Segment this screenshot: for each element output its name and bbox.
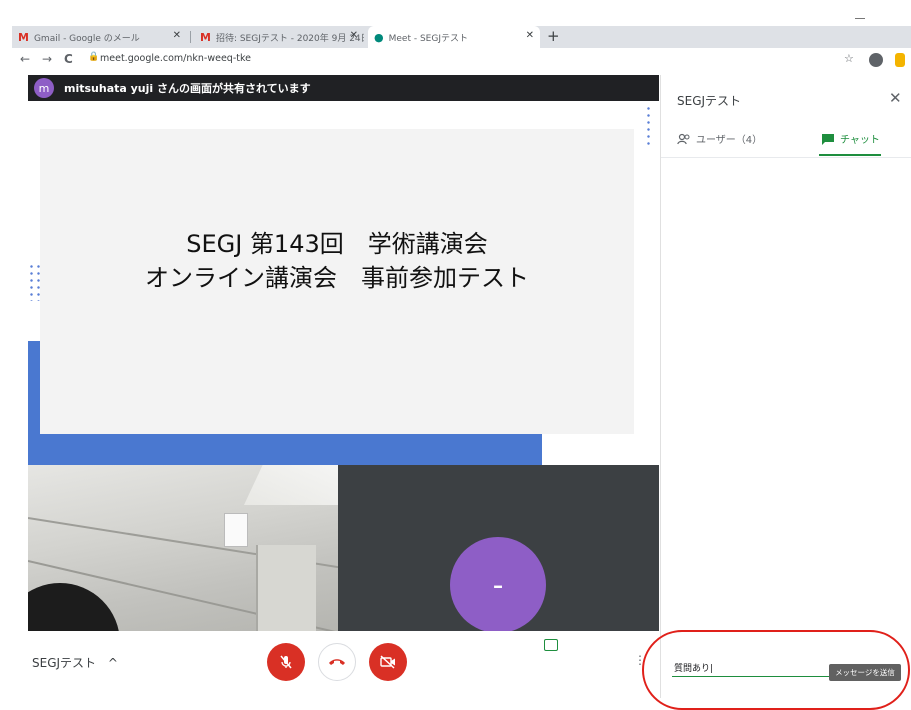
send-message-tooltip: メッセージを送信 bbox=[829, 664, 901, 681]
close-icon[interactable]: ✕ bbox=[526, 30, 534, 41]
minimize-icon[interactable] bbox=[855, 18, 865, 19]
forward-icon[interactable]: → bbox=[42, 52, 52, 66]
gmail-icon: M bbox=[18, 30, 29, 44]
tab-title: Gmail - Google のメール bbox=[33, 33, 140, 44]
people-icon bbox=[677, 133, 690, 144]
avatar: - bbox=[450, 537, 546, 631]
shared-slide: SEGJ 第143回 学術講演会 オンライン講演会 事前参加テスト bbox=[40, 129, 634, 434]
url-field[interactable]: meet.google.com/nkn-weeq-tke bbox=[100, 53, 251, 64]
back-icon[interactable]: ← bbox=[20, 52, 30, 66]
lock-icon: 🔒 bbox=[88, 52, 100, 62]
panel-title: SEGJテスト bbox=[677, 94, 742, 108]
camera-off-icon bbox=[380, 655, 395, 669]
screen: M Gmail - Google のメール ✕ M 招待: SEGJテスト - … bbox=[0, 0, 911, 710]
tab-invite[interactable]: M 招待: SEGJテスト - 2020年 9月 24日 ✕ bbox=[194, 26, 364, 48]
meeting-details-toggle[interactable]: SEGJテスト ^ bbox=[32, 654, 118, 671]
camera-off-button[interactable] bbox=[369, 643, 407, 681]
tab-gmail[interactable]: M Gmail - Google のメール ✕ bbox=[12, 26, 187, 48]
mic-off-button[interactable] bbox=[267, 643, 305, 681]
tab-chat[interactable]: チャット bbox=[821, 131, 880, 146]
slide-dot-pattern bbox=[645, 105, 653, 145]
share-banner-text: mitsuhata yuji さんの画面が共有されています bbox=[64, 82, 311, 95]
close-icon[interactable]: ✕ bbox=[173, 30, 181, 41]
browser-tab-strip: M Gmail - Google のメール ✕ M 招待: SEGJテスト - … bbox=[12, 26, 911, 48]
self-video-tile[interactable]: - bbox=[338, 465, 659, 631]
tab-meet[interactable]: ● Meet - SEGJテスト ✕ bbox=[368, 26, 540, 48]
meeting-stage: SEGJ 第143回 学術講演会 オンライン講演会 事前参加テスト m mits… bbox=[28, 75, 659, 631]
avatar: m bbox=[34, 78, 54, 98]
participant-video-tile[interactable] bbox=[28, 465, 338, 631]
chat-icon bbox=[822, 133, 834, 145]
chevron-up-icon: ^ bbox=[107, 656, 118, 670]
mic-off-icon bbox=[280, 655, 292, 669]
side-panel: SEGJテスト ✕ ユーザー（4） チャット 質問あり| メッセージを送信 bbox=[660, 75, 911, 698]
slide-title-line1: SEGJ 第143回 学術講演会 bbox=[186, 230, 488, 258]
ceiling-light bbox=[244, 465, 338, 505]
slide-title-line2: オンライン講演会 事前参加テスト bbox=[145, 264, 529, 292]
screen-share-banner: m mitsuhata yuji さんの画面が共有されています bbox=[28, 75, 659, 101]
meet-icon: ● bbox=[374, 30, 384, 44]
address-bar: ← → C 🔒 meet.google.com/nkn-weeq-tke ☆ bbox=[12, 48, 911, 72]
chat-message-input[interactable]: 質問あり| bbox=[672, 657, 842, 677]
bookmark-star-icon[interactable]: ☆ bbox=[844, 52, 854, 65]
participant-silhouette bbox=[28, 583, 120, 631]
hang-up-icon bbox=[329, 659, 345, 665]
reload-icon[interactable]: C bbox=[64, 52, 73, 66]
meeting-name: SEGJテスト bbox=[32, 656, 97, 670]
divider bbox=[661, 157, 911, 158]
tab-chat-label: チャット bbox=[840, 135, 880, 146]
close-icon[interactable]: ✕ bbox=[350, 30, 358, 41]
leave-call-button[interactable] bbox=[318, 643, 356, 681]
present-now-icon[interactable] bbox=[544, 639, 558, 651]
active-tab-indicator bbox=[819, 154, 881, 156]
slide-title: SEGJ 第143回 学術講演会 オンライン講演会 事前参加テスト bbox=[40, 227, 634, 295]
meeting-controls: SEGJテスト ^ ⋮ bbox=[12, 631, 660, 698]
tab-people-label: ユーザー（4） bbox=[696, 135, 763, 146]
more-options-icon[interactable]: ⋮ bbox=[634, 653, 646, 667]
close-icon[interactable]: ✕ bbox=[889, 89, 902, 107]
door bbox=[256, 545, 316, 631]
profile-avatar[interactable] bbox=[869, 53, 883, 67]
tab-divider bbox=[190, 31, 191, 43]
gmail-icon: M bbox=[200, 30, 211, 44]
extension-icon[interactable] bbox=[895, 53, 905, 67]
new-tab-button[interactable]: + bbox=[547, 27, 560, 45]
tab-title: Meet - SEGJテスト bbox=[388, 33, 468, 44]
tab-people[interactable]: ユーザー（4） bbox=[677, 131, 762, 146]
wall-notice bbox=[224, 513, 248, 547]
tab-title: 招待: SEGJテスト - 2020年 9月 24日 bbox=[215, 33, 364, 44]
